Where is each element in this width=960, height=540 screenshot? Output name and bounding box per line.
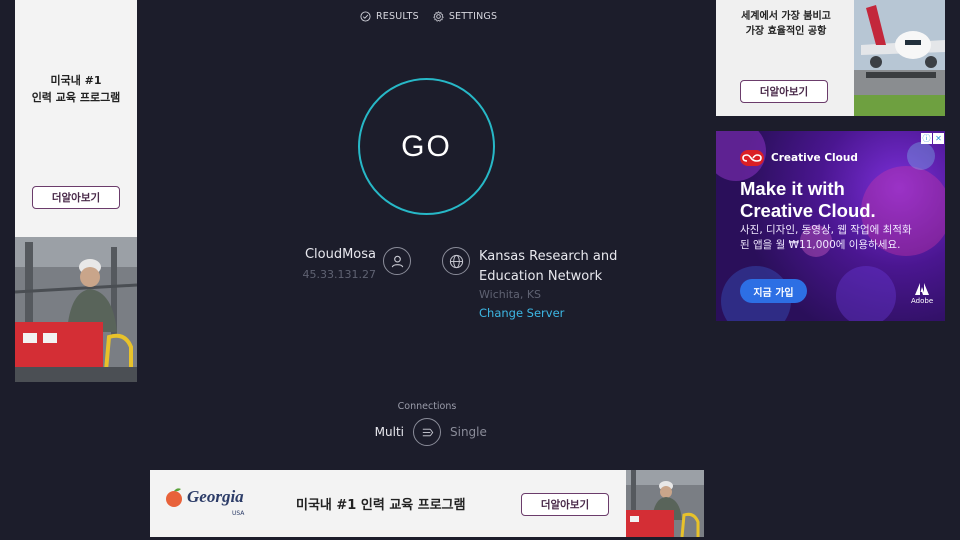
cc-headline-line1: Make it with [740, 178, 845, 199]
adobe-icon [915, 283, 930, 295]
isp-ip: 45.33.131.27 [302, 268, 376, 281]
gear-icon [432, 11, 444, 22]
left-ad-learn-more-button[interactable]: 더알아보기 [32, 186, 120, 209]
globe-icon [442, 247, 470, 275]
left-ad-line1: 미국내 #1 [50, 74, 102, 87]
ad-info-icon[interactable]: ⓘ [921, 133, 932, 144]
adobe-logo: Adobe [911, 283, 933, 305]
left-ad-banner[interactable]: 미국내 #1 인력 교육 프로그램 더알아보기 [15, 0, 137, 237]
server-location: Wichita, KS [479, 288, 542, 301]
creative-cloud-logo-icon [740, 150, 764, 166]
user-icon [383, 247, 411, 275]
ad-choices[interactable]: ⓘ ✕ [921, 133, 944, 144]
check-circle-icon [360, 11, 371, 22]
single-option[interactable]: Single [450, 425, 487, 439]
results-tab[interactable]: RESULTS [360, 11, 419, 22]
server-name: Kansas Research and Education Network [479, 249, 618, 284]
georgia-logo-text: Georgia [187, 487, 244, 506]
top-right-ad-line2: 가장 효율적인 공항 [745, 26, 827, 37]
cc-headline: Make it with Creative Cloud. [740, 178, 876, 222]
bottom-ad-worker-photo[interactable] [626, 470, 704, 537]
cc-brand-label: Creative Cloud [771, 152, 858, 164]
top-right-ad-banner[interactable]: 세계에서 가장 붐비고 가장 효율적인 공항 더알아보기 [716, 0, 945, 116]
bottom-ad-banner[interactable]: Georgia USA 미국내 #1 인력 교육 프로그램 더알아보기 [150, 470, 704, 537]
bottom-ad-learn-more-button[interactable]: 더알아보기 [521, 493, 609, 516]
bottom-ad-text: 미국내 #1 인력 교육 프로그램 [296, 498, 466, 513]
cc-subtext: 사진, 디자인, 동영상, 웹 작업에 최적화된 앱을 월 ₩11,000에 이… [740, 224, 912, 251]
georgia-logo-sub: USA [232, 510, 245, 517]
top-right-ad-learn-more-button[interactable]: 더알아보기 [740, 80, 828, 103]
adobe-label: Adobe [911, 297, 934, 305]
cc-signup-button[interactable]: 지금 가입 [740, 279, 807, 303]
georgia-logo: Georgia [163, 486, 244, 508]
multi-option[interactable]: Multi [362, 425, 404, 439]
go-button[interactable]: GO [358, 78, 495, 215]
creative-cloud-ad[interactable]: ⓘ ✕ Creative Cloud Make it with Creative… [716, 131, 945, 321]
results-label: RESULTS [376, 11, 419, 22]
top-right-ad-line1: 세계에서 가장 붐비고 [741, 11, 831, 22]
cc-brand: Creative Cloud [740, 150, 858, 166]
connections-label: Connections [397, 401, 457, 412]
left-ad-worker-photo[interactable] [15, 237, 137, 382]
peach-icon [166, 488, 182, 507]
connections-toggle-icon[interactable] [413, 418, 441, 446]
left-ad-text: 미국내 #1 인력 교육 프로그램 [15, 72, 137, 106]
left-ad-line2: 인력 교육 프로그램 [31, 91, 121, 104]
cc-headline-line2: Creative Cloud. [740, 200, 876, 221]
isp-name: CloudMosa [304, 247, 376, 262]
top-nav: RESULTS SETTINGS [360, 11, 497, 22]
ad-close-icon[interactable]: ✕ [933, 133, 944, 144]
change-server-link[interactable]: Change Server [479, 306, 564, 320]
top-right-ad-text: 세계에서 가장 붐비고 가장 효율적인 공항 [716, 9, 856, 39]
settings-label: SETTINGS [448, 11, 498, 22]
settings-tab[interactable]: SETTINGS [432, 11, 498, 22]
